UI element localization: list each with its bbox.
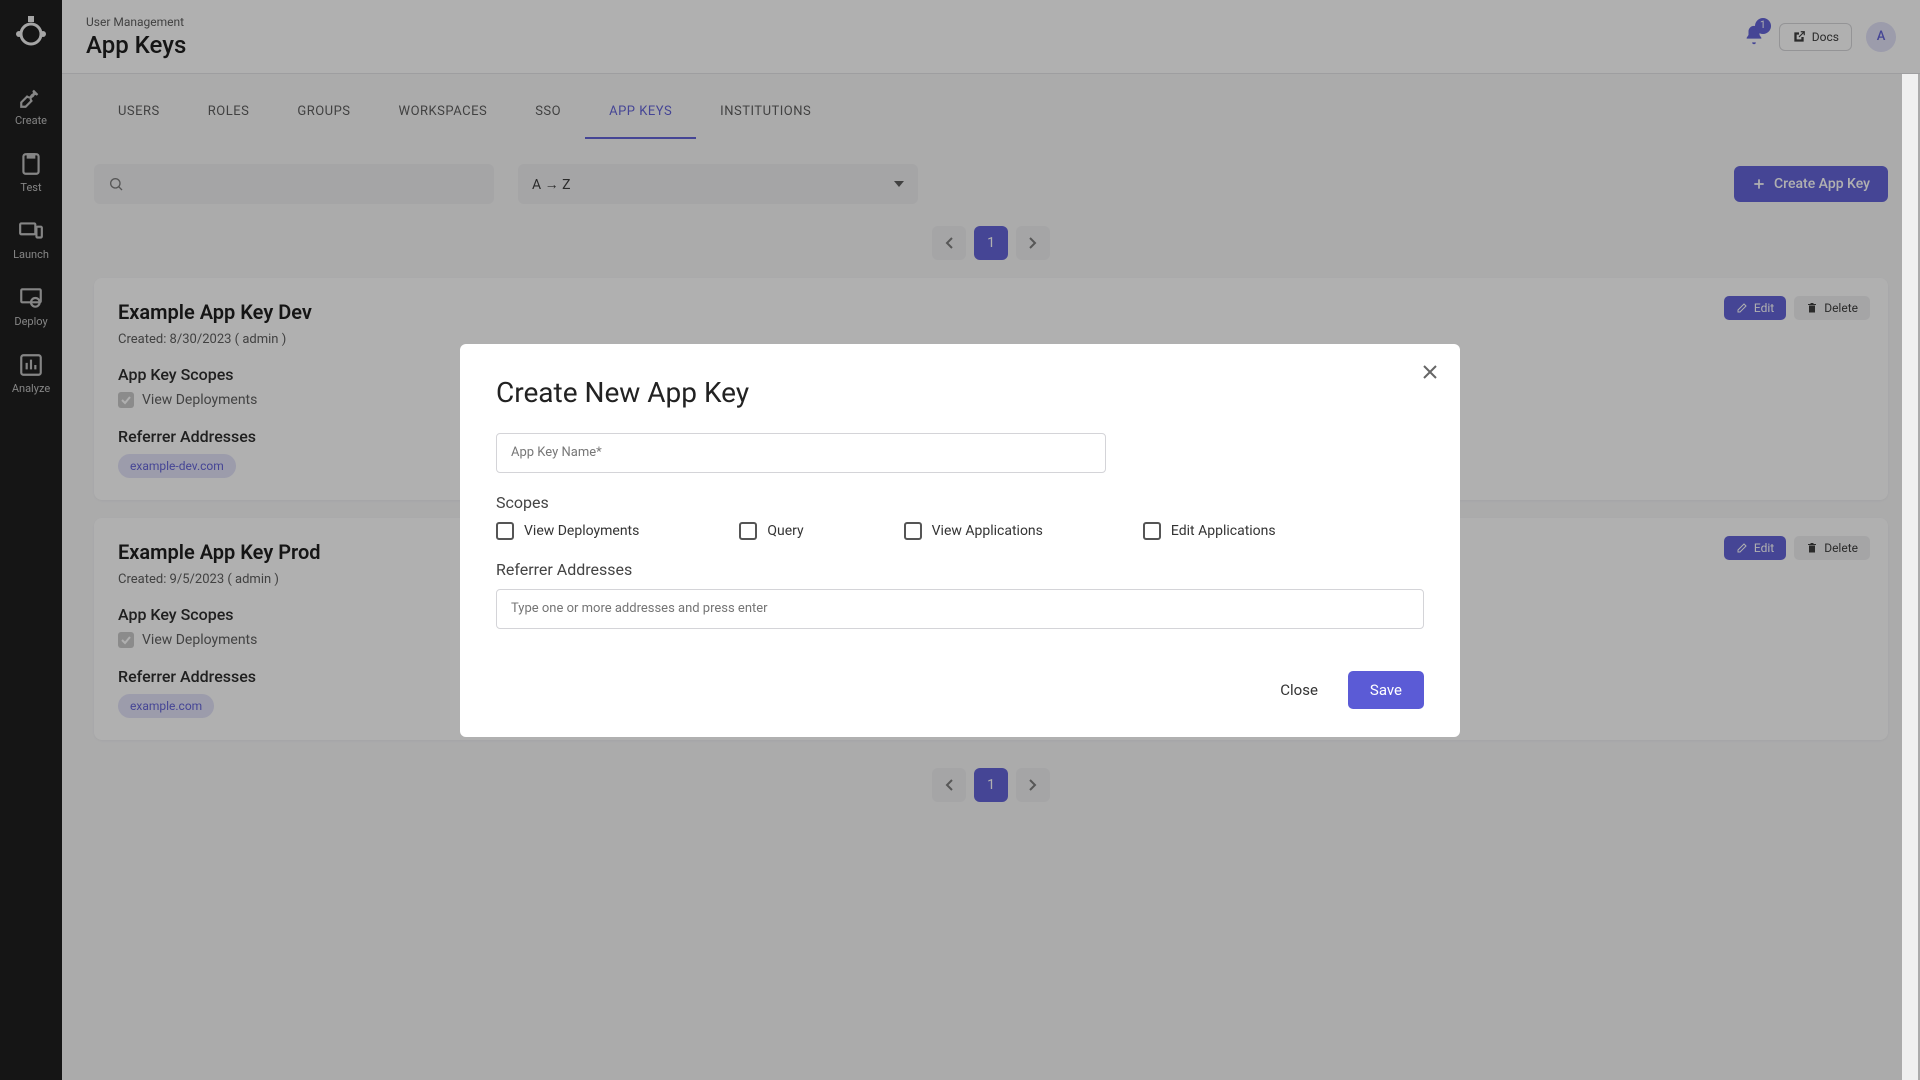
checkbox-icon	[904, 522, 922, 540]
modal-close-button[interactable]	[1422, 364, 1438, 384]
scope-checkbox-view-applications[interactable]: View Applications	[904, 522, 1043, 540]
checkbox-icon	[1143, 522, 1161, 540]
scrollbar[interactable]	[1902, 74, 1918, 1080]
create-app-key-modal: Create New App Key Scopes View Deploymen…	[460, 344, 1460, 737]
scope-label: View Deployments	[524, 523, 639, 539]
scope-checkbox-query[interactable]: Query	[739, 522, 803, 540]
scope-label: View Applications	[932, 523, 1043, 539]
scopes-section-label: Scopes	[496, 493, 1424, 512]
modal-close-action[interactable]: Close	[1262, 671, 1336, 709]
close-icon	[1422, 364, 1438, 380]
modal-backdrop[interactable]: Create New App Key Scopes View Deploymen…	[0, 0, 1920, 1080]
referrer-address-input[interactable]	[496, 589, 1424, 629]
checkbox-icon	[496, 522, 514, 540]
app-key-name-input[interactable]	[496, 433, 1106, 473]
scope-label: Query	[767, 523, 803, 539]
scope-checkbox-edit-applications[interactable]: Edit Applications	[1143, 522, 1276, 540]
scope-label: Edit Applications	[1171, 523, 1276, 539]
modal-save-button[interactable]: Save	[1348, 671, 1424, 709]
referrer-section-label: Referrer Addresses	[496, 560, 1424, 579]
modal-title: Create New App Key	[496, 376, 1424, 409]
checkbox-icon	[739, 522, 757, 540]
scope-checkbox-view-deployments[interactable]: View Deployments	[496, 522, 639, 540]
